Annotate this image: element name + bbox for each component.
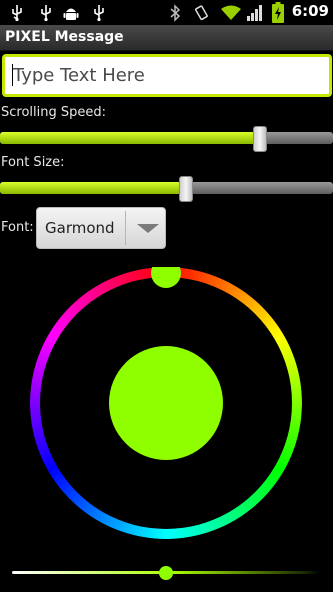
brightness-thumb[interactable]	[159, 566, 173, 580]
selected-color-preview[interactable]	[109, 346, 223, 460]
usb-icon	[94, 5, 104, 22]
chevron-down-icon	[137, 224, 159, 233]
clock: 6:09	[291, 2, 329, 20]
slider-thumb[interactable]	[253, 126, 267, 152]
hue-ring-thumb[interactable]	[151, 267, 181, 288]
text-caret	[12, 64, 13, 86]
slider-progress	[0, 132, 260, 144]
font-label: Font:	[1, 220, 34, 235]
signal-icon	[247, 5, 262, 21]
wifi-icon	[221, 5, 241, 20]
vibrate-icon	[195, 5, 208, 21]
bluetooth-icon	[170, 4, 181, 22]
status-bar: 6:09	[0, 0, 333, 25]
font-selected-value: Garmond	[45, 219, 115, 237]
color-picker[interactable]	[30, 267, 302, 539]
font-dropdown[interactable]: Garmond	[36, 207, 166, 249]
app-title: PIXEL Message	[5, 29, 124, 45]
slider-progress	[0, 182, 186, 194]
scrolling-speed-slider[interactable]	[0, 126, 333, 152]
usb-icon	[41, 5, 51, 22]
battery-charging-icon	[272, 2, 284, 23]
scrolling-speed-label: Scrolling Speed:	[1, 105, 107, 120]
font-size-label: Font Size:	[1, 155, 65, 170]
dropdown-divider	[125, 211, 126, 245]
usb-icon	[12, 5, 22, 22]
title-bar: PIXEL Message	[0, 25, 333, 51]
message-input[interactable]	[2, 54, 332, 97]
slider-thumb[interactable]	[179, 176, 193, 202]
font-size-slider[interactable]	[0, 176, 333, 202]
android-debug-icon	[63, 8, 79, 20]
brightness-slider[interactable]	[12, 566, 320, 580]
